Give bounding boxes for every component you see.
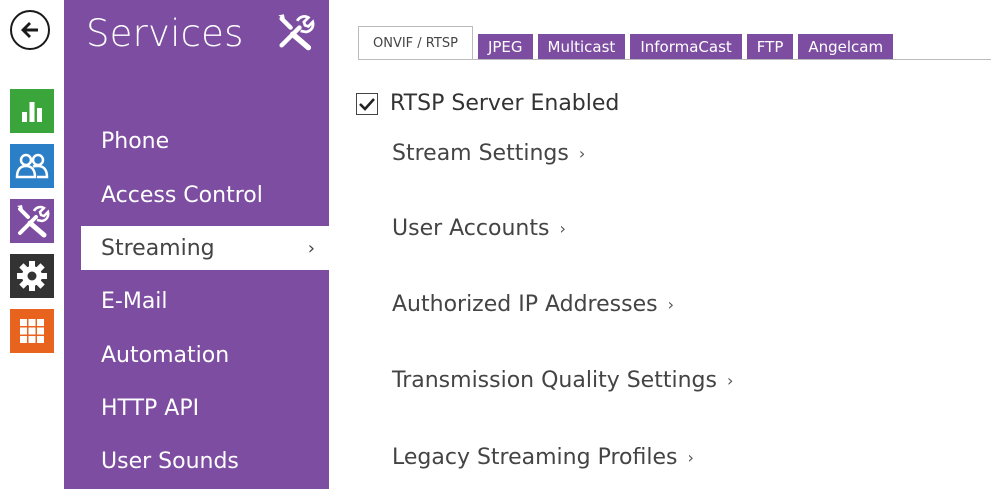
chevron-right-icon: › bbox=[687, 448, 694, 467]
chevron-right-icon: › bbox=[307, 237, 315, 259]
services-menu: Services Phone Access Control Streaming … bbox=[64, 0, 329, 489]
link-label: Authorized IP Addresses bbox=[392, 292, 658, 317]
rtsp-enabled-checkbox[interactable] bbox=[356, 92, 378, 115]
tools-icon bbox=[278, 14, 315, 51]
tab-divider bbox=[358, 59, 991, 60]
chevron-right-icon: › bbox=[726, 371, 734, 390]
menu-item-http-api[interactable]: HTTP API bbox=[64, 386, 329, 430]
page-title: Services bbox=[86, 12, 244, 55]
menu-item-automation[interactable]: Automation bbox=[64, 333, 329, 377]
tab-onvif-rtsp[interactable]: ONVIF / RTSP bbox=[358, 26, 473, 60]
back-arrow-icon bbox=[21, 22, 38, 38]
status-nav-button[interactable] bbox=[10, 89, 54, 133]
stream-settings-link[interactable]: Stream Settings › bbox=[392, 141, 585, 166]
back-button[interactable] bbox=[10, 10, 50, 50]
menu-item-label: HTTP API bbox=[101, 395, 200, 421]
menu-item-label: Streaming bbox=[101, 235, 215, 261]
link-label: Legacy Streaming Profiles bbox=[392, 445, 678, 470]
checkmark-icon bbox=[359, 97, 375, 111]
link-label: Transmission Quality Settings bbox=[392, 368, 717, 393]
link-label: Stream Settings bbox=[392, 141, 569, 166]
legacy-streaming-profiles-link[interactable]: Legacy Streaming Profiles › bbox=[392, 445, 694, 470]
tab-multicast[interactable]: Multicast bbox=[537, 34, 626, 60]
grid-icon bbox=[20, 319, 44, 343]
user-accounts-link[interactable]: User Accounts › bbox=[392, 216, 566, 241]
directory-nav-button[interactable] bbox=[10, 144, 54, 188]
menu-item-streaming[interactable]: Streaming › bbox=[81, 226, 329, 270]
menu-item-access-control[interactable]: Access Control bbox=[64, 173, 329, 217]
tab-angelcam[interactable]: Angelcam bbox=[798, 34, 894, 60]
menu-item-phone[interactable]: Phone bbox=[64, 119, 329, 163]
users-icon bbox=[15, 153, 49, 179]
menu-item-label: User Sounds bbox=[101, 448, 239, 474]
menu-item-label: Access Control bbox=[101, 182, 263, 208]
tools-icon bbox=[17, 205, 50, 238]
link-label: User Accounts bbox=[392, 216, 550, 241]
bar-chart-icon bbox=[22, 102, 42, 122]
menu-item-label: E-Mail bbox=[101, 288, 168, 314]
chevron-right-icon: › bbox=[667, 295, 674, 314]
menu-item-label: Phone bbox=[101, 128, 170, 154]
settings-nav-button[interactable] bbox=[10, 254, 54, 298]
authorized-ip-addresses-link[interactable]: Authorized IP Addresses › bbox=[392, 292, 674, 317]
chevron-right-icon: › bbox=[578, 144, 586, 163]
services-header-icon bbox=[274, 12, 316, 56]
chevron-right-icon: › bbox=[559, 219, 566, 238]
icon-rail bbox=[0, 0, 64, 489]
rtsp-enabled-label: RTSP Server Enabled bbox=[390, 91, 620, 116]
tab-bar: ONVIF / RTSP JPEG Multicast InformaCast … bbox=[358, 26, 898, 60]
menu-item-email[interactable]: E-Mail bbox=[64, 279, 329, 323]
tab-jpeg[interactable]: JPEG bbox=[477, 34, 533, 60]
rtsp-enabled-row: RTSP Server Enabled bbox=[356, 91, 619, 116]
tab-informacast[interactable]: InformaCast bbox=[630, 34, 742, 60]
menu-item-label: Automation bbox=[101, 342, 230, 368]
menu-item-user-sounds[interactable]: User Sounds bbox=[64, 439, 329, 483]
services-nav-button[interactable] bbox=[10, 199, 54, 243]
system-nav-button[interactable] bbox=[10, 309, 54, 353]
tab-ftp[interactable]: FTP bbox=[746, 34, 794, 60]
transmission-quality-settings-link[interactable]: Transmission Quality Settings › bbox=[392, 368, 733, 393]
gear-icon bbox=[17, 261, 47, 291]
